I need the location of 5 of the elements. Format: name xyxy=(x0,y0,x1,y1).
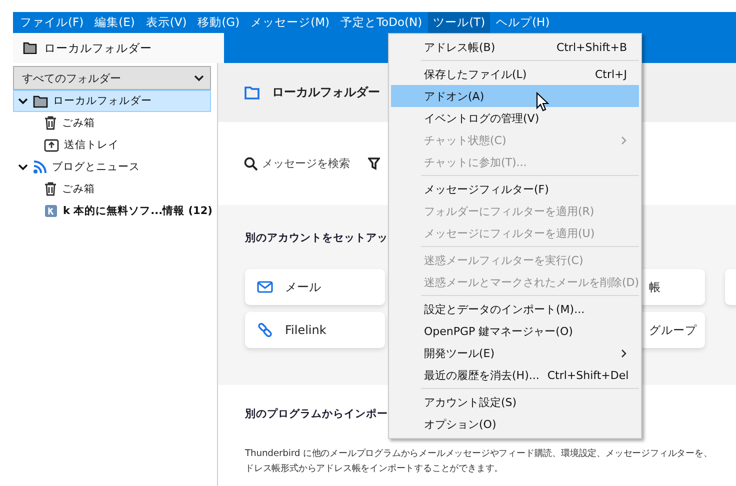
section-heading: 別のアカウントをセットアッ xyxy=(245,231,388,245)
folder-title: ローカルフォルダー xyxy=(272,84,380,101)
section-heading: 別のプログラムからインポー xyxy=(245,407,388,421)
tab-label: ローカルフォルダー xyxy=(44,40,152,56)
description-text: Thunderbird に他のメールプログラムからメールメッセージやフィード購読、環境設定、メッセージフィルターを、 ドレス帳形式からアドレス帳をインポートすることができます。 xyxy=(245,447,712,476)
